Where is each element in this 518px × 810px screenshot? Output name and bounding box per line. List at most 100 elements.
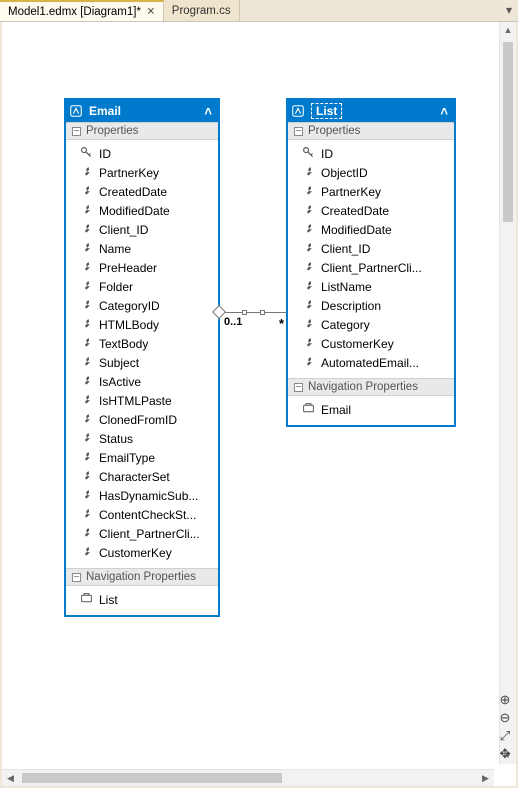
relation-email-list[interactable]: 0..1 * <box>220 304 286 322</box>
table-row[interactable]: Client_PartnerCli... <box>66 524 218 543</box>
table-row[interactable]: Client_ID <box>288 239 454 258</box>
diagram-canvas[interactable]: Email ˄ − Properties IDPartnerKeyCreated… <box>2 22 499 769</box>
table-row[interactable]: IsHTMLPaste <box>66 391 218 410</box>
wrench-icon <box>80 469 93 485</box>
wrench-icon <box>80 298 93 314</box>
table-row[interactable]: ModifiedDate <box>288 220 454 239</box>
wrench-icon <box>302 317 315 333</box>
table-row[interactable]: CategoryID <box>66 296 218 315</box>
table-row[interactable]: PreHeader <box>66 258 218 277</box>
chevron-up-icon[interactable]: ˄ <box>440 104 448 119</box>
key-icon <box>302 146 315 162</box>
wrench-icon <box>302 355 315 371</box>
table-row[interactable]: ListName <box>288 277 454 296</box>
vertical-scrollbar[interactable]: ▲ ▼ <box>499 22 516 764</box>
section-label: Navigation Properties <box>308 381 418 393</box>
table-row[interactable]: CreatedDate <box>66 182 218 201</box>
document-area: Email ˄ − Properties IDPartnerKeyCreated… <box>0 22 518 788</box>
wrench-icon <box>302 222 315 238</box>
scroll-up-icon[interactable]: ▲ <box>500 22 516 39</box>
entity-header[interactable]: List ˄ <box>288 100 454 122</box>
table-row[interactable]: Client_ID <box>66 220 218 239</box>
relation-handle[interactable] <box>260 310 265 315</box>
table-row[interactable]: IsActive <box>66 372 218 391</box>
chevron-up-icon[interactable]: ˄ <box>204 104 212 119</box>
wrench-icon <box>80 355 93 371</box>
zoom-in-icon[interactable]: ⊕ <box>497 692 513 708</box>
pin-icon[interactable]: ▾ <box>506 3 512 17</box>
table-row[interactable]: AutomatedEmail... <box>288 353 454 372</box>
property-name: PartnerKey <box>321 185 381 199</box>
relation-handle[interactable] <box>242 310 247 315</box>
collapse-icon[interactable]: − <box>294 127 303 136</box>
table-row[interactable]: ContentCheckSt... <box>66 505 218 524</box>
pan-icon[interactable]: ✥ <box>497 746 513 762</box>
zoom-out-icon[interactable]: ⊖ <box>497 710 513 726</box>
wrench-icon <box>302 279 315 295</box>
wrench-icon <box>80 507 93 523</box>
wrench-icon <box>302 184 315 200</box>
table-row[interactable]: Client_PartnerCli... <box>288 258 454 277</box>
table-row[interactable]: PartnerKey <box>288 182 454 201</box>
property-name: Folder <box>99 280 133 294</box>
table-row[interactable]: ClonedFromID <box>66 410 218 429</box>
section-navprops-header[interactable]: − Navigation Properties <box>288 378 454 396</box>
property-name: CustomerKey <box>99 546 172 560</box>
collapse-icon[interactable]: − <box>72 573 81 582</box>
tab-program-cs[interactable]: Program.cs <box>164 0 240 21</box>
property-name: HTMLBody <box>99 318 159 332</box>
entity-header[interactable]: Email ˄ <box>66 100 218 122</box>
table-row[interactable]: ID <box>288 144 454 163</box>
table-row[interactable]: Description <box>288 296 454 315</box>
property-name: Client_PartnerCli... <box>99 527 200 541</box>
section-properties-header[interactable]: − Properties <box>66 122 218 140</box>
property-name: List <box>99 593 118 607</box>
entity-list[interactable]: List ˄ − Properties ID ObjectID PartnerKey… <box>286 98 456 427</box>
table-row[interactable]: EmailType <box>66 448 218 467</box>
list-item[interactable]: Email <box>288 400 454 419</box>
zoom-fit-icon[interactable]: ⤢ <box>497 728 513 744</box>
wrench-icon <box>80 488 93 504</box>
table-row[interactable]: PartnerKey <box>66 163 218 182</box>
table-row[interactable]: CreatedDate <box>288 201 454 220</box>
entity-email[interactable]: Email ˄ − Properties IDPartnerKeyCreated… <box>64 98 220 617</box>
wrench-icon <box>302 165 315 181</box>
wrench-icon <box>80 203 93 219</box>
property-name: Status <box>99 432 133 446</box>
zoom-tools: ⊕ ⊖ ⤢ ✥ <box>494 690 516 786</box>
multiplicity-label: 0..1 <box>224 316 242 328</box>
collapse-icon[interactable]: − <box>294 383 303 392</box>
table-row[interactable]: CharacterSet <box>66 467 218 486</box>
property-name: ObjectID <box>321 166 368 180</box>
table-row[interactable]: Category <box>288 315 454 334</box>
table-row[interactable]: Subject <box>66 353 218 372</box>
table-row[interactable]: ID <box>66 144 218 163</box>
scroll-thumb[interactable] <box>503 42 513 222</box>
scroll-left-icon[interactable]: ◀ <box>2 770 19 786</box>
table-row[interactable]: CustomerKey <box>288 334 454 353</box>
tab-model-diagram[interactable]: Model1.edmx [Diagram1]* × <box>0 0 164 21</box>
horizontal-scrollbar[interactable]: ◀ ▶ <box>2 769 494 786</box>
list-item[interactable]: List <box>66 590 218 609</box>
table-row[interactable]: Status <box>66 429 218 448</box>
property-name: AutomatedEmail... <box>321 356 419 370</box>
table-row[interactable]: TextBody <box>66 334 218 353</box>
table-row[interactable]: ModifiedDate <box>66 201 218 220</box>
property-name: Client_PartnerCli... <box>321 261 422 275</box>
property-name: ModifiedDate <box>99 204 170 218</box>
collapse-icon[interactable]: − <box>72 127 81 136</box>
table-row[interactable]: HTMLBody <box>66 315 218 334</box>
scroll-right-icon[interactable]: ▶ <box>477 770 494 786</box>
table-row[interactable]: ObjectID <box>288 163 454 182</box>
close-icon[interactable]: × <box>147 4 155 19</box>
table-row[interactable]: Folder <box>66 277 218 296</box>
multiplicity-label: * <box>279 316 284 331</box>
entity-icon <box>291 104 305 118</box>
table-row[interactable]: CustomerKey <box>66 543 218 562</box>
table-row[interactable]: Name <box>66 239 218 258</box>
wrench-icon <box>80 260 93 276</box>
section-navprops-header[interactable]: − Navigation Properties <box>66 568 218 586</box>
table-row[interactable]: HasDynamicSub... <box>66 486 218 505</box>
scroll-thumb[interactable] <box>22 773 282 783</box>
section-properties-header[interactable]: − Properties <box>288 122 454 140</box>
